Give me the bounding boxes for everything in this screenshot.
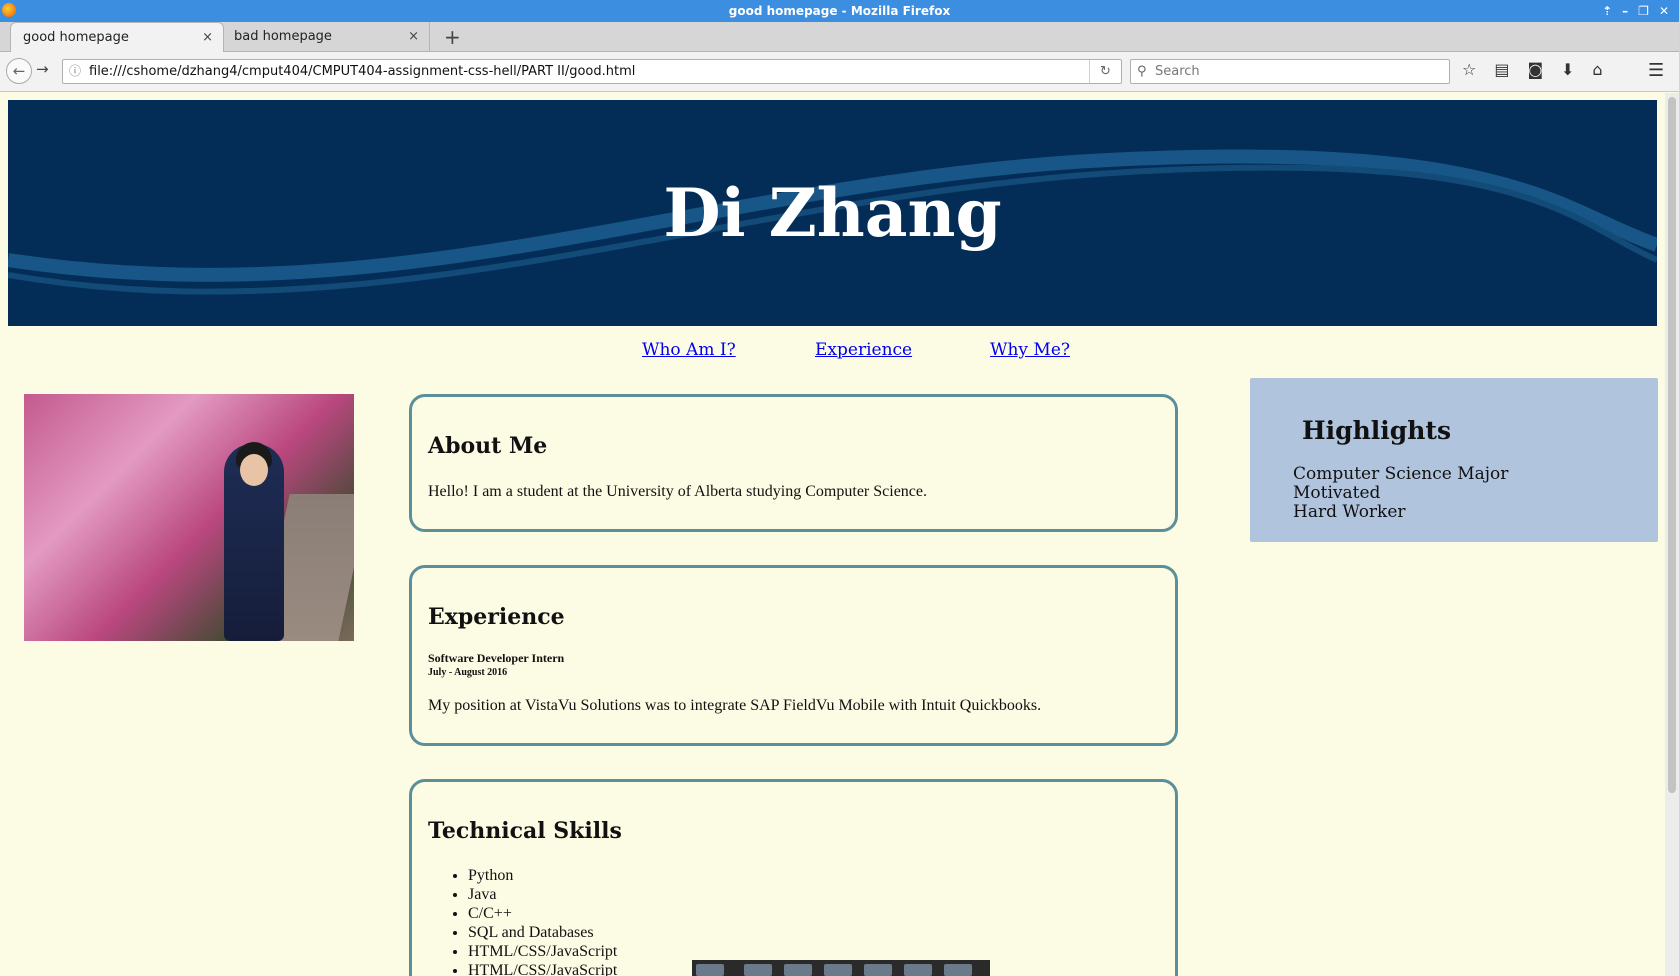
experience-text: My position at VistaVu Solutions was to … xyxy=(428,697,1042,714)
forward-button[interactable]: → xyxy=(36,60,49,78)
taskbar-folder-icon[interactable] xyxy=(784,964,812,976)
list-item: Python xyxy=(468,866,617,885)
page-title: Di Zhang xyxy=(663,174,1002,252)
tab-label: good homepage xyxy=(23,30,129,45)
reload-icon[interactable]: ↻ xyxy=(1089,60,1121,83)
scrollbar-thumb[interactable] xyxy=(1668,97,1676,793)
minimize-icon[interactable]: – xyxy=(1622,0,1628,22)
nav-link-why-me[interactable]: Why Me? xyxy=(990,340,1070,360)
url-text[interactable]: file:///cshome/dzhang4/cmput404/CMPUT404… xyxy=(89,64,635,79)
bookmark-star-icon[interactable]: ☆ xyxy=(1462,60,1476,79)
taskbar-browser-icon[interactable] xyxy=(824,964,852,976)
page-scrollbar[interactable] xyxy=(1665,93,1679,976)
window-controls: ⇡ – ❐ ✕ xyxy=(1602,0,1669,22)
firefox-logo-icon xyxy=(2,3,16,17)
window-title: good homepage - Mozilla Firefox xyxy=(728,4,951,18)
taskbar-app-icon[interactable] xyxy=(944,964,972,976)
url-bar[interactable]: ⓘ file:///cshome/dzhang4/cmput404/CMPUT4… xyxy=(62,59,1122,84)
highlights-heading: Highlights xyxy=(1302,416,1452,445)
highlight-item: Hard Worker xyxy=(1293,502,1406,522)
nav-link-who-am-i[interactable]: Who Am I? xyxy=(642,340,736,360)
skills-card: Technical Skills Python Java C/C++ SQL a… xyxy=(409,779,1178,976)
highlights-sidebar: Highlights Computer Science Major Motiva… xyxy=(1250,378,1658,542)
profile-photo xyxy=(24,394,354,641)
search-icon: ⚲ xyxy=(1137,64,1147,79)
nav-link-experience[interactable]: Experience xyxy=(815,340,912,360)
window-titlebar: good homepage - Mozilla Firefox ⇡ – ❐ ✕ xyxy=(0,0,1679,22)
maximize-icon[interactable]: ❐ xyxy=(1638,0,1649,22)
desktop-taskbar xyxy=(692,960,990,976)
home-icon[interactable]: ⌂ xyxy=(1592,60,1602,79)
tab-close-icon[interactable]: × xyxy=(408,22,419,52)
about-heading: About Me xyxy=(428,433,548,459)
search-placeholder: Search xyxy=(1155,64,1200,79)
tab-bar: good homepage × bad homepage × xyxy=(0,22,1679,52)
search-input[interactable]: ⚲ Search xyxy=(1130,59,1450,84)
highlight-item: Computer Science Major xyxy=(1293,464,1509,484)
list-item: HTML/CSS/JavaScript xyxy=(468,942,617,961)
tab-bad-homepage[interactable]: bad homepage × xyxy=(222,22,430,52)
tab-close-icon[interactable]: × xyxy=(202,23,213,53)
close-window-icon[interactable]: ✕ xyxy=(1659,0,1669,22)
list-item: HTML/CSS/JavaScript xyxy=(468,961,617,976)
about-card: About Me Hello! I am a student at the Un… xyxy=(409,394,1178,532)
window-up-icon[interactable]: ⇡ xyxy=(1602,0,1612,22)
taskbar-folder-icon[interactable] xyxy=(904,964,932,976)
tab-good-homepage[interactable]: good homepage × xyxy=(10,22,224,52)
reading-list-icon[interactable]: ▤ xyxy=(1494,60,1509,79)
about-text: Hello! I am a student at the University … xyxy=(428,483,927,500)
list-item: C/C++ xyxy=(468,904,617,923)
highlight-item: Motivated xyxy=(1293,483,1381,503)
back-button[interactable]: ← xyxy=(6,58,32,84)
pocket-icon[interactable]: ◙ xyxy=(1527,60,1543,79)
hamburger-menu-icon[interactable]: ☰ xyxy=(1648,60,1664,81)
new-tab-button[interactable]: + xyxy=(444,22,464,52)
job-title: Software Developer Intern xyxy=(428,651,565,665)
experience-card: Experience Software Developer Intern Jul… xyxy=(409,565,1178,746)
list-item: Java xyxy=(468,885,617,904)
download-icon[interactable]: ⬇ xyxy=(1561,60,1574,79)
header-banner: Di Zhang xyxy=(8,100,1657,326)
toolbar-icons: ☆ ▤ ◙ ⬇ ⌂ xyxy=(1462,60,1603,79)
list-item: SQL and Databases xyxy=(468,923,617,942)
taskbar-app-icon[interactable] xyxy=(864,964,892,976)
info-icon[interactable]: ⓘ xyxy=(69,60,81,83)
experience-heading: Experience xyxy=(428,604,565,630)
tab-label: bad homepage xyxy=(234,29,332,44)
taskbar-app-icon[interactable] xyxy=(744,964,772,976)
skills-heading: Technical Skills xyxy=(428,818,622,844)
navigation-toolbar: ← → ⓘ file:///cshome/dzhang4/cmput404/CM… xyxy=(0,52,1679,92)
job-date: July - August 2016 xyxy=(428,667,508,678)
skills-list: Python Java C/C++ SQL and Databases HTML… xyxy=(468,866,617,976)
taskbar-app-icon[interactable] xyxy=(696,964,724,976)
